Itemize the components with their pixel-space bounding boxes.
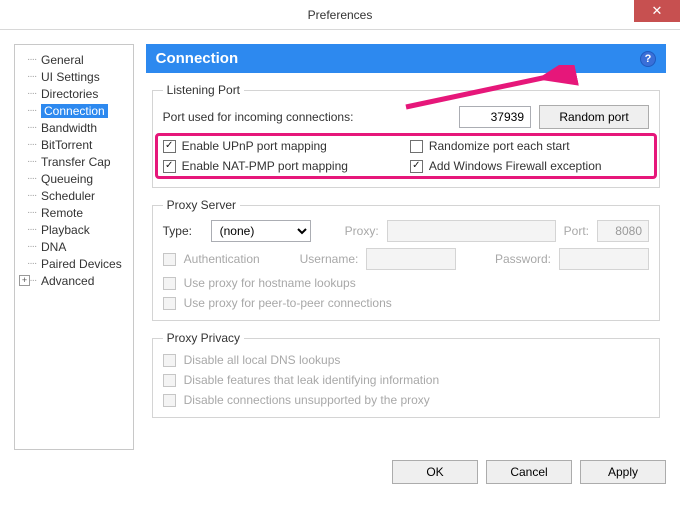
leak-checkbox: [163, 374, 176, 387]
tree-item-label: Directories: [41, 87, 98, 101]
tree-item-advanced[interactable]: +····Advanced: [17, 272, 131, 289]
tree-item-connection[interactable]: ····Connection: [17, 102, 131, 119]
tree-item-label: BitTorrent: [41, 138, 92, 152]
tree-item-label: Remote: [41, 206, 83, 220]
tree-item-dna[interactable]: ····DNA: [17, 238, 131, 255]
proxy-server-group: Proxy Server Type: (none) Proxy: Port: A…: [152, 198, 660, 321]
password-input: [559, 248, 649, 270]
unsupported-label: Disable connections unsupported by the p…: [184, 393, 430, 407]
firewall-checkbox[interactable]: ✓: [410, 160, 423, 173]
upnp-label: Enable UPnP port mapping: [182, 139, 327, 153]
proxy-port-input: [597, 220, 649, 242]
tree-item-scheduler[interactable]: ····Scheduler: [17, 187, 131, 204]
category-tree[interactable]: ····General····UI Settings····Directorie…: [14, 44, 134, 450]
ok-button[interactable]: OK: [392, 460, 478, 484]
port-label: Port used for incoming connections:: [163, 110, 354, 124]
tree-connector-icon: ····: [27, 207, 41, 218]
proxy-host-input: [387, 220, 556, 242]
firewall-label: Add Windows Firewall exception: [429, 159, 602, 173]
window-title: Preferences: [308, 8, 373, 22]
tree-item-directories[interactable]: ····Directories: [17, 85, 131, 102]
tree-item-label: Connection: [41, 104, 108, 118]
username-label: Username:: [300, 252, 359, 266]
hostname-checkbox: [163, 277, 176, 290]
proxy-privacy-group: Proxy Privacy Disable all local DNS look…: [152, 331, 660, 418]
p2p-checkbox: [163, 297, 176, 310]
tree-item-paired-devices[interactable]: ····Paired Devices: [17, 255, 131, 272]
proxy-port-label: Port:: [564, 224, 589, 238]
tree-connector-icon: ····: [27, 139, 41, 150]
tree-connector-icon: ····: [27, 156, 41, 167]
p2p-label: Use proxy for peer-to-peer connections: [184, 296, 392, 310]
proxy-host-label: Proxy:: [345, 224, 379, 238]
randomize-checkbox[interactable]: [410, 140, 423, 153]
natpmp-label: Enable NAT-PMP port mapping: [182, 159, 348, 173]
close-icon: ✕: [652, 3, 663, 19]
tree-item-bittorrent[interactable]: ····BitTorrent: [17, 136, 131, 153]
expand-icon[interactable]: +: [19, 275, 30, 286]
listening-port-group: Listening Port Port used for incoming co…: [152, 83, 660, 188]
tree-item-label: Transfer Cap: [41, 155, 111, 169]
random-port-button[interactable]: Random port: [539, 105, 649, 129]
close-button[interactable]: ✕: [634, 0, 680, 22]
tree-item-label: Paired Devices: [41, 257, 122, 271]
leak-label: Disable features that leak identifying i…: [184, 373, 439, 387]
tree-item-label: Advanced: [41, 274, 94, 288]
unsupported-checkbox: [163, 394, 176, 407]
tree-connector-icon: ····: [27, 224, 41, 235]
section-header: Connection ?: [146, 44, 666, 73]
port-input[interactable]: [459, 106, 531, 128]
password-label: Password:: [495, 252, 551, 266]
tree-item-label: Queueing: [41, 172, 93, 186]
help-icon[interactable]: ?: [640, 51, 656, 67]
tree-item-label: UI Settings: [41, 70, 100, 84]
tree-item-label: Playback: [41, 223, 90, 237]
hostname-label: Use proxy for hostname lookups: [184, 276, 356, 290]
tree-connector-icon: ····: [27, 173, 41, 184]
tree-item-playback[interactable]: ····Playback: [17, 221, 131, 238]
tree-item-label: General: [41, 53, 84, 67]
tree-connector-icon: ····: [27, 122, 41, 133]
listening-legend: Listening Port: [163, 83, 244, 97]
tree-item-label: DNA: [41, 240, 66, 254]
tree-item-queueing[interactable]: ····Queueing: [17, 170, 131, 187]
cancel-button[interactable]: Cancel: [486, 460, 572, 484]
tree-item-label: Bandwidth: [41, 121, 97, 135]
upnp-checkbox[interactable]: ✓: [163, 140, 176, 153]
tree-connector-icon: ····: [27, 190, 41, 201]
dialog-footer: OK Cancel Apply: [0, 450, 680, 498]
tree-item-general[interactable]: ····General: [17, 51, 131, 68]
tree-connector-icon: ····: [27, 71, 41, 82]
tree-connector-icon: ····: [27, 88, 41, 99]
title-bar: Preferences ✕: [0, 0, 680, 30]
tree-item-ui-settings[interactable]: ····UI Settings: [17, 68, 131, 85]
tree-connector-icon: ····: [27, 241, 41, 252]
tree-item-label: Scheduler: [41, 189, 95, 203]
tree-item-transfer-cap[interactable]: ····Transfer Cap: [17, 153, 131, 170]
auth-checkbox: [163, 253, 176, 266]
natpmp-checkbox[interactable]: ✓: [163, 160, 176, 173]
tree-connector-icon: ····: [27, 54, 41, 65]
privacy-legend: Proxy Privacy: [163, 331, 244, 345]
dns-label: Disable all local DNS lookups: [184, 353, 341, 367]
tree-connector-icon: ····: [27, 105, 41, 116]
tree-item-bandwidth[interactable]: ····Bandwidth: [17, 119, 131, 136]
dns-checkbox: [163, 354, 176, 367]
auth-label: Authentication: [184, 252, 292, 266]
username-input: [366, 248, 456, 270]
tree-item-remote[interactable]: ····Remote: [17, 204, 131, 221]
tree-connector-icon: ····: [27, 258, 41, 269]
proxy-type-label: Type:: [163, 224, 203, 238]
proxy-legend: Proxy Server: [163, 198, 240, 212]
section-title: Connection: [156, 50, 239, 67]
randomize-label: Randomize port each start: [429, 139, 570, 153]
apply-button[interactable]: Apply: [580, 460, 666, 484]
proxy-type-select[interactable]: (none): [211, 220, 311, 242]
